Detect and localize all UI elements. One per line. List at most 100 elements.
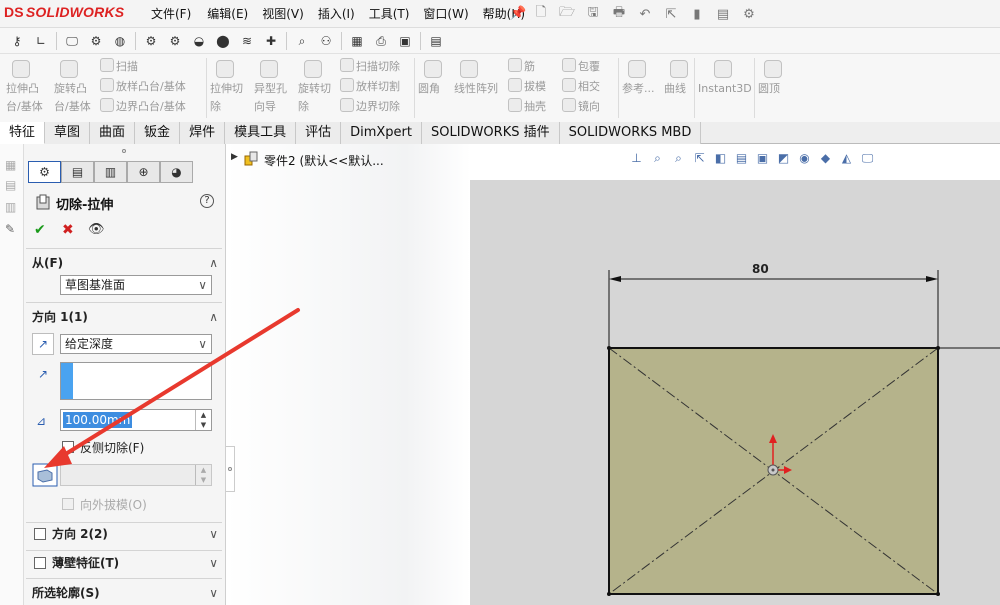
preview-eye-icon[interactable]: 👁: [88, 222, 105, 237]
direction-selection-box[interactable]: [60, 362, 212, 400]
scene-icon[interactable]: ◭: [838, 150, 855, 167]
zoom-area-icon[interactable]: ⌕: [670, 150, 687, 167]
boundary-cut-button[interactable]: 边界切除: [340, 98, 400, 116]
extrude-cut-button[interactable]: 拉伸切 除: [210, 60, 254, 116]
display-style-icon[interactable]: ◩: [775, 150, 792, 167]
direction2-checkbox[interactable]: [34, 528, 46, 540]
configuration-manager-tab[interactable]: ▥: [94, 161, 127, 183]
tab-sketch[interactable]: 草图: [45, 122, 91, 144]
view-settings-icon[interactable]: 🖵: [859, 150, 876, 167]
from-section-header[interactable]: 从(F) ∧: [32, 252, 220, 274]
config-icon[interactable]: ▤: [5, 178, 19, 192]
feature-manager-tab[interactable]: ▤: [61, 161, 94, 183]
globe-icon[interactable]: ◍: [111, 32, 129, 50]
menu-view[interactable]: 视图(V): [255, 0, 311, 28]
swept-cut-button[interactable]: 扫描切除: [340, 58, 400, 76]
pin-icon[interactable]: 📌: [510, 6, 526, 22]
image-icon[interactable]: ▣: [396, 32, 414, 50]
printer-icon[interactable]: ⎙: [372, 32, 390, 50]
menu-tools[interactable]: 工具(T): [362, 0, 417, 28]
dimxpert-manager-tab[interactable]: ⊕: [127, 161, 160, 183]
dome-button[interactable]: 圆顶: [758, 60, 792, 98]
dynamic-annotation-icon[interactable]: ▤: [733, 150, 750, 167]
lofted-cut-button[interactable]: 放样切割: [340, 78, 400, 96]
revolve-boss-button[interactable]: 旋转凸 台/基体: [54, 60, 98, 116]
loft-boss-button[interactable]: 放样凸台/基体: [100, 78, 186, 96]
sketch-viewport[interactable]: [470, 180, 1000, 605]
thin-feature-section-header[interactable]: 薄壁特征(T) ∨: [52, 552, 220, 574]
draft-button[interactable]: 拔模: [508, 78, 546, 96]
binoculars-icon[interactable]: ⚇: [317, 32, 335, 50]
tree-expand-icon[interactable]: ▶: [231, 152, 238, 162]
boundary-boss-button[interactable]: 边界凸台/基体: [100, 98, 186, 116]
options-gear-icon[interactable]: ⚙: [740, 7, 758, 22]
panel-collapse-handle[interactable]: [226, 446, 235, 492]
tab-mold-tools[interactable]: 模具工具: [225, 122, 297, 144]
mirror-button[interactable]: 镜向: [562, 98, 600, 116]
depth-spinbox[interactable]: 100.00mm ▲ ▼: [60, 409, 212, 431]
from-dropdown[interactable]: 草图基准面 ∨: [60, 275, 212, 295]
tab-dimxpert[interactable]: DimXpert: [341, 122, 422, 144]
menu-window[interactable]: 窗口(W): [416, 0, 475, 28]
key-icon[interactable]: ⚷: [8, 32, 26, 50]
hide-show-icon[interactable]: ◉: [796, 150, 813, 167]
direction1-section-header[interactable]: 方向 1(1) ∧: [32, 306, 220, 328]
shell-button[interactable]: 抽壳: [508, 98, 546, 116]
dimension-value[interactable]: 80: [752, 262, 769, 276]
print-icon[interactable]: 🖶: [610, 3, 628, 25]
previous-view-icon[interactable]: ⇱: [691, 150, 708, 167]
direction2-section-header[interactable]: 方向 2(2) ∨: [52, 523, 220, 545]
linear-pattern-button[interactable]: 线性阵列: [454, 60, 506, 98]
tab-solidworks-mbd[interactable]: SOLIDWORKS MBD: [559, 122, 702, 144]
feature-tree-icon[interactable]: ▦: [5, 158, 19, 172]
hole-wizard-button[interactable]: 异型孔 向导: [254, 60, 298, 116]
bowl-icon[interactable]: ◒: [190, 32, 208, 50]
tools-icon[interactable]: ✎: [5, 222, 19, 236]
save-icon[interactable]: 🖫: [584, 3, 602, 25]
tab-sheet-metal[interactable]: 钣金: [135, 122, 181, 144]
instant3d-button[interactable]: Instant3D: [698, 60, 754, 98]
spin-arrows-icon[interactable]: ▲ ▼: [195, 410, 211, 430]
undo-icon[interactable]: ↶: [636, 7, 654, 22]
extrude-boss-button[interactable]: 拉伸凸 台/基体: [6, 60, 50, 116]
zoom-to-fit-icon[interactable]: ⌕: [649, 150, 666, 167]
gears-icon[interactable]: ⚙: [166, 32, 184, 50]
cancel-button[interactable]: ✖: [62, 222, 74, 238]
section-view-icon[interactable]: ◧: [712, 150, 729, 167]
sweep-button[interactable]: 扫描: [100, 58, 138, 76]
select-arrow-icon[interactable]: ⇱: [662, 7, 680, 22]
reverse-direction-button[interactable]: ↗: [32, 333, 54, 355]
wrap-button[interactable]: 包覆: [562, 58, 600, 76]
help-icon[interactable]: ?: [200, 194, 214, 208]
new-document-icon[interactable]: 🗋: [532, 3, 550, 25]
rebuild-icon[interactable]: ▮: [688, 7, 706, 22]
location-pin-icon[interactable]: ⬤: [214, 32, 232, 50]
end-condition-dropdown[interactable]: 给定深度 ∨: [60, 334, 212, 354]
display-manager-icon[interactable]: ▥: [5, 200, 19, 214]
panel-grip-icon[interactable]: [122, 149, 126, 153]
tab-solidworks-addins[interactable]: SOLIDWORKS 插件: [422, 122, 560, 144]
document-icon[interactable]: ▤: [427, 32, 445, 50]
open-folder-icon[interactable]: 🗁: [558, 3, 576, 25]
revolve-cut-button[interactable]: 旋转切 除: [298, 60, 342, 116]
excel-icon[interactable]: ▦: [348, 32, 366, 50]
feature-tree-part[interactable]: 零件2 (默认<<默认...: [264, 152, 384, 169]
curves-button[interactable]: 曲线: [664, 60, 698, 98]
flip-side-checkbox[interactable]: [62, 441, 74, 453]
tab-features[interactable]: 特征: [0, 122, 46, 144]
file-properties-icon[interactable]: ▤: [714, 7, 732, 22]
spin-arrows-icon[interactable]: ▲ ▼: [195, 465, 211, 485]
thin-feature-checkbox[interactable]: [34, 557, 46, 569]
draft-angle-spinbox[interactable]: ▲ ▼: [60, 464, 212, 486]
settings-gear-icon[interactable]: ⚙: [142, 32, 160, 50]
monitor-icon[interactable]: 🖵: [63, 32, 81, 50]
draft-outward-checkbox[interactable]: [62, 498, 74, 510]
angle-icon[interactable]: ∟: [32, 32, 50, 50]
selected-contours-section-header[interactable]: 所选轮廓(S) ∨: [32, 582, 220, 604]
menu-insert[interactable]: 插入(I): [311, 0, 362, 28]
intersect-button[interactable]: 相交: [562, 78, 600, 96]
display-manager-tab[interactable]: ◕: [160, 161, 193, 183]
draft-toggle-icon[interactable]: [32, 463, 58, 487]
edit-appearance-icon[interactable]: ◆: [817, 150, 834, 167]
reference-geometry-button[interactable]: 参考...: [622, 60, 662, 98]
